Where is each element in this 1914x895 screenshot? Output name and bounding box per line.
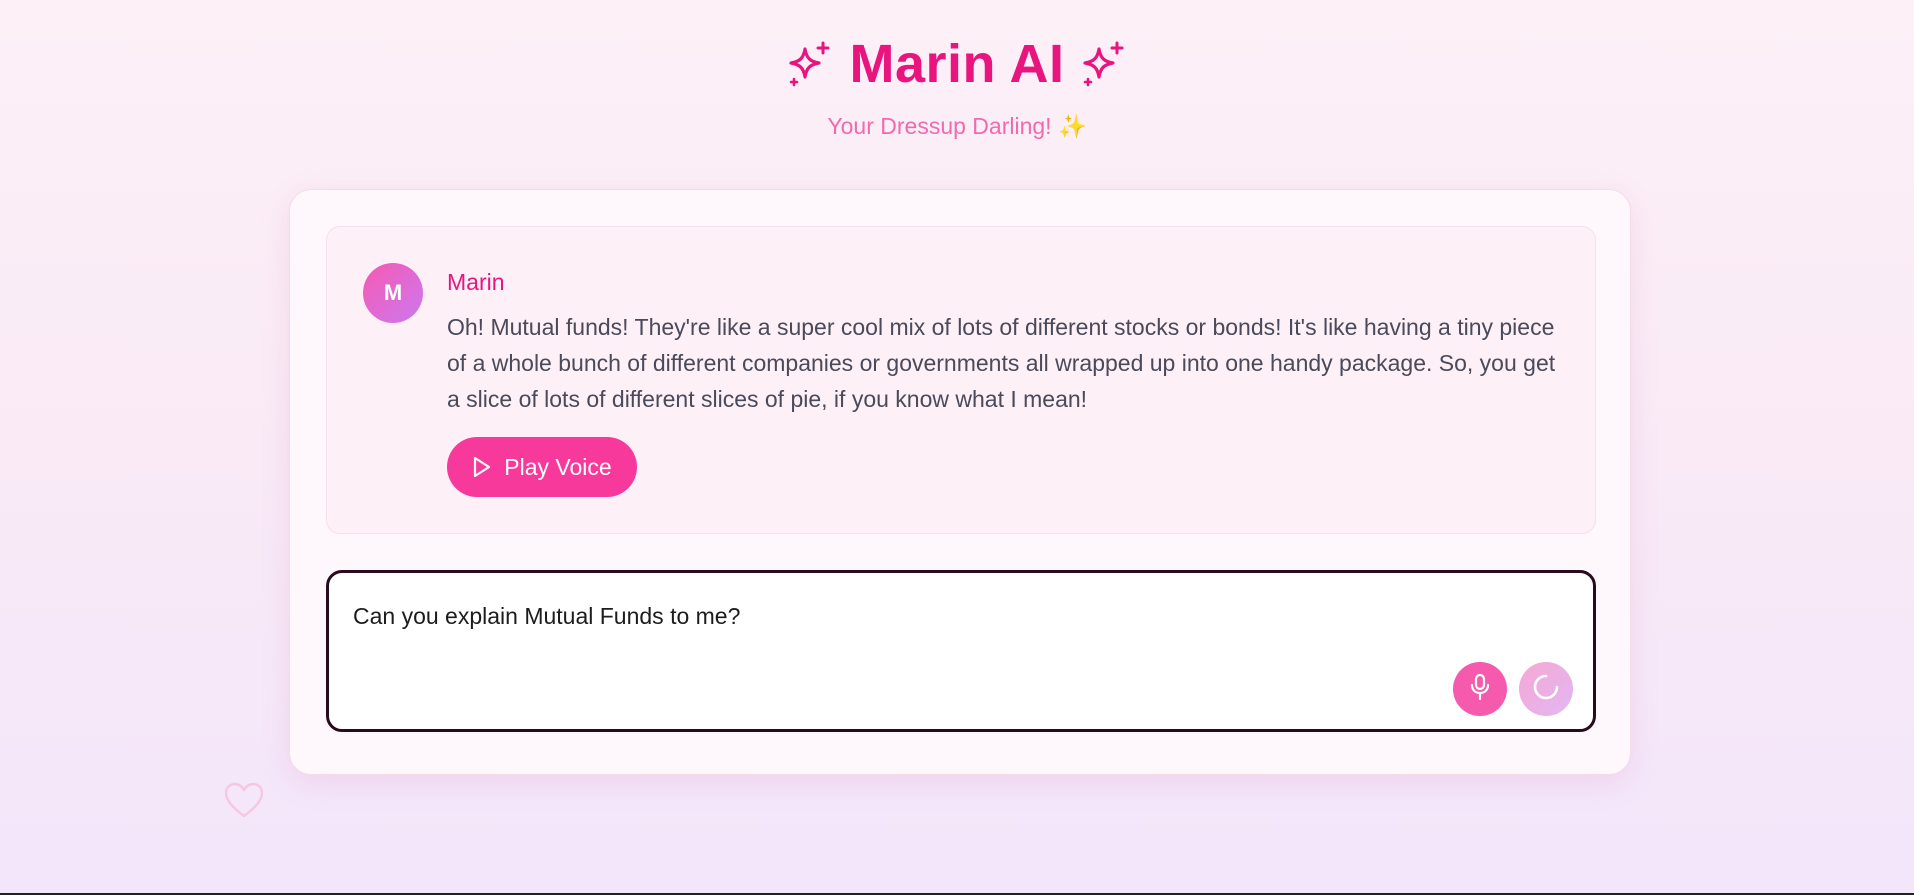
app-header: Marin AI Your Dressup Darling! ✨ bbox=[0, 28, 1914, 142]
title-row: Marin AI bbox=[0, 28, 1914, 100]
app-title: Marin AI bbox=[849, 34, 1065, 94]
avatar: M bbox=[363, 263, 423, 323]
loading-spinner-icon bbox=[1532, 673, 1560, 706]
microphone-button[interactable] bbox=[1453, 662, 1507, 716]
chat-input[interactable]: Can you explain Mutual Funds to me? bbox=[326, 570, 1596, 732]
message-sender: Marin bbox=[447, 269, 505, 295]
app-subtitle: Your Dressup Darling! ✨ bbox=[827, 112, 1087, 139]
heart-icon bbox=[222, 780, 266, 825]
play-voice-label: Play Voice bbox=[504, 453, 612, 480]
subtitle-row: Your Dressup Darling! ✨ bbox=[0, 110, 1914, 142]
assistant-message: M Marin Oh! Mutual funds! They're like a… bbox=[326, 226, 1596, 534]
message-text: Oh! Mutual funds! They're like a super c… bbox=[447, 314, 1556, 412]
sparkle-icon bbox=[787, 41, 833, 87]
sparkle-icon bbox=[1081, 41, 1127, 87]
chat-card: M Marin Oh! Mutual funds! They're like a… bbox=[289, 189, 1631, 775]
play-icon bbox=[472, 456, 492, 478]
play-voice-button[interactable]: Play Voice bbox=[447, 437, 637, 497]
chat-input-value[interactable]: Can you explain Mutual Funds to me? bbox=[353, 603, 740, 630]
send-button-loading[interactable] bbox=[1519, 662, 1573, 716]
microphone-icon bbox=[1467, 673, 1493, 706]
